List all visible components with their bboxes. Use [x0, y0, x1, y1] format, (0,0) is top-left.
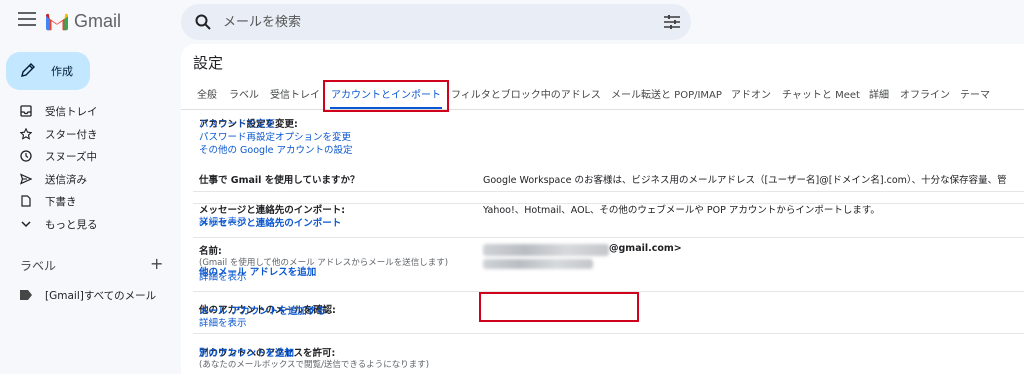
sidebar-item-inbox[interactable]: 受信トレイ — [0, 100, 176, 123]
sidebar-item-label: 受信トレイ — [45, 106, 98, 118]
other-google-settings-link[interactable]: その他の Google アカウントの設定 — [199, 142, 353, 156]
settings-tabs: 全般 ラベル 受信トレイ アカウントとインポート フィルタとブロック中のアドレス… — [181, 80, 1024, 110]
import-description: Yahoo!、Hotmail、AOL、その他のウェブメールや POP アカウント… — [483, 205, 880, 216]
check-mail-details-link[interactable]: 詳細を表示 — [199, 315, 247, 329]
send-icon — [20, 173, 32, 185]
compose-button[interactable]: 作成 — [6, 52, 90, 90]
sidebar-item-label: 下書き — [45, 196, 77, 209]
sidebar-item-label: スヌーズ中 — [45, 151, 97, 164]
import-mail-contacts-link[interactable]: メッセージと連絡先のインポート — [199, 215, 341, 229]
main-menu-icon[interactable] — [18, 12, 36, 28]
sidebar-item-label: スター付き — [45, 128, 98, 141]
sidebar-nav: 受信トレイ スター付き スヌーズ中 送信済み 下書き もっと見る — [0, 100, 176, 236]
pencil-icon — [21, 63, 35, 77]
star-icon — [20, 127, 32, 140]
sidebar-item-starred[interactable]: スター付き — [0, 123, 176, 146]
top-bar: Gmail — [0, 0, 1024, 44]
sidebar-item-label: 送信済み — [45, 173, 87, 186]
add-label-button[interactable]: + — [150, 254, 163, 273]
tab-highlight-box — [323, 80, 449, 112]
compose-label: 作成 — [51, 65, 73, 78]
tab-inbox[interactable]: 受信トレイ — [270, 86, 320, 101]
search-options-icon[interactable] — [664, 15, 680, 29]
row-sublabel: (あなたのメールボックスで閲覧/送信できるようになります) — [199, 360, 430, 370]
tab-labels[interactable]: ラベル — [229, 86, 259, 101]
redacted-name — [483, 244, 609, 256]
add-mail-account-link[interactable]: メール アカウントを追加する — [199, 303, 326, 317]
label-item-all-mail[interactable]: [Gmail]すべてのメール — [20, 287, 170, 303]
search-icon[interactable] — [195, 14, 211, 30]
tab-themes[interactable]: テーマ — [960, 86, 990, 101]
add-another-account-link[interactable]: 別のアカウントを追加 — [199, 345, 294, 359]
row-label: 仕事で Gmail を使用していますか？ — [199, 175, 360, 186]
settings-row-workspace: 仕事で Gmail を使用していますか？ Google Workspace のお… — [193, 160, 1024, 192]
sidebar-item-drafts[interactable]: 下書き — [0, 190, 176, 213]
chevron-down-icon — [21, 221, 31, 228]
tab-chat-meet[interactable]: チャットと Meet — [782, 86, 860, 101]
tab-advanced[interactable]: 詳細 — [869, 86, 889, 101]
tab-filters[interactable]: フィルタとブロック中のアドレス — [451, 86, 601, 101]
page-title: 設定 — [193, 54, 224, 72]
add-account-highlight-box — [479, 292, 639, 322]
settings-panel: 設定 全般 ラベル 受信トレイ アカウントとインポート フィルタとブロック中のア… — [181, 44, 1024, 374]
search-bar[interactable] — [181, 4, 691, 40]
tab-general[interactable]: 全般 — [197, 86, 217, 101]
gmail-logo[interactable]: Gmail — [46, 11, 121, 32]
tab-forwarding[interactable]: メール転送と POP/IMAP — [611, 86, 722, 101]
sidebar-item-snoozed[interactable]: スヌーズ中 — [0, 145, 176, 168]
sidebar-item-more[interactable]: もっと見る — [0, 213, 176, 236]
sidebar-item-sent[interactable]: 送信済み — [0, 168, 176, 191]
settings-row-import: メッセージと連絡先のインポート: 詳細を表示 Yahoo!、Hotmail、AO… — [193, 192, 1024, 238]
search-input[interactable] — [223, 12, 623, 32]
app-name: Gmail — [74, 11, 122, 31]
labels-heading: ラベル — [20, 259, 57, 273]
clock-icon — [20, 150, 32, 162]
redacted-address — [483, 259, 593, 269]
label-item-label: [Gmail]すべてのメール — [45, 290, 157, 302]
gmail-m-icon — [46, 13, 68, 30]
settings-row-grant-access: アカウントへのアクセスを許可: (あなたのメールボックスで閲覧/送信できるように… — [193, 334, 1024, 374]
tab-offline[interactable]: オフライン — [900, 86, 950, 101]
tab-addons[interactable]: アドオン — [731, 86, 771, 101]
add-email-address-link[interactable]: 他のメール アドレスを追加 — [199, 264, 316, 278]
draft-icon — [21, 195, 31, 207]
row-label: 名前: — [199, 246, 222, 257]
change-recovery-link[interactable]: パスワード再設定オプションを変更 — [199, 129, 351, 143]
sender-email-suffix: @gmail.com> — [609, 243, 682, 254]
sidebar-item-label: もっと見る — [45, 218, 98, 231]
label-icon — [20, 290, 32, 300]
inbox-icon — [20, 105, 32, 117]
settings-row-check-mail: 他のアカウントのメールを確認: 詳細を表示 メール アカウントを追加する — [193, 292, 1024, 334]
settings-row-send-as: 名前: (Gmail を使用して他のメール アドレスからメールを送信します) 詳… — [193, 238, 1024, 292]
change-password-link[interactable]: パスワードを変更 — [199, 116, 275, 130]
workspace-description: Google Workspace のお客様は、ビジネス用のメールアドレス（[ユー… — [483, 175, 1007, 186]
